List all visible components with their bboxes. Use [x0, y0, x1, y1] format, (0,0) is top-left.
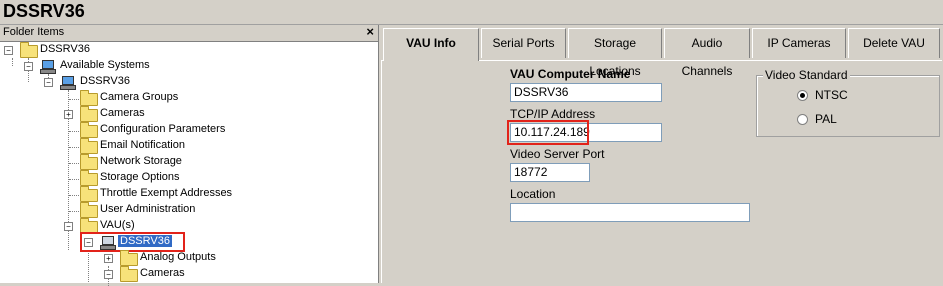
ntsc-radio[interactable]: [797, 90, 808, 101]
tree-node-label: DSSRV36: [40, 43, 90, 55]
tree-node-label: Cameras: [100, 107, 145, 119]
tree-node-label: Analog Outputs: [140, 251, 216, 263]
folder-icon: [120, 266, 138, 282]
collapse-icon[interactable]: −: [64, 222, 73, 231]
ip-address-label: TCP/IP Address: [510, 107, 596, 121]
tree-node-label: User Administration: [100, 203, 196, 215]
computer-name-label: VAU Computer Name: [510, 67, 631, 81]
tree-node-label: Network Storage: [100, 155, 182, 167]
tree-node-camera-groups[interactable]: Camera Groups: [0, 90, 240, 106]
window-title-bar: DSSRV36: [0, 0, 943, 25]
folder-tree: − DSSRV36 − Available Systems − DSSRV36 …: [0, 42, 378, 286]
pal-radio[interactable]: [797, 114, 808, 125]
folder-icon: [80, 154, 98, 170]
vau-details-pane: VAU Info Serial Ports Storage Locations …: [381, 25, 943, 283]
folder-icon: [20, 42, 38, 58]
tree-node-server[interactable]: − DSSRV36: [0, 74, 140, 90]
tree-node-analog-outputs[interactable]: + Analog Outputs: [0, 250, 220, 266]
server-computer-icon: [60, 76, 76, 90]
close-pane-icon[interactable]: ×: [366, 24, 374, 39]
pal-label: PAL: [815, 112, 837, 126]
folder-items-pane: Folder Items × − DSSRV36 − Available Sys…: [0, 24, 379, 286]
tab-delete-vau[interactable]: Delete VAU: [848, 28, 940, 58]
collapse-icon[interactable]: −: [104, 270, 113, 279]
tree-node-storage-options[interactable]: Storage Options: [0, 170, 240, 186]
folder-icon: [80, 122, 98, 138]
tree-node-network-storage[interactable]: Network Storage: [0, 154, 240, 170]
tree-node-label: Cameras: [140, 267, 185, 279]
expand-icon[interactable]: +: [64, 110, 73, 119]
tab-audio-channels[interactable]: Audio Channels: [664, 28, 750, 78]
folder-icon: [80, 138, 98, 154]
vau-info-panel: VAU Computer Name DSSRV36 TCP/IP Address…: [381, 60, 942, 283]
tree-node-user-administration[interactable]: User Administration: [0, 202, 240, 218]
tree-node-throttle-exempt-addresses[interactable]: Throttle Exempt Addresses: [0, 186, 260, 202]
tree-node-email-notification[interactable]: Email Notification: [0, 138, 240, 154]
video-standard-group: Video Standard NTSC PAL: [756, 68, 940, 137]
tree-node-label: Storage Options: [100, 171, 180, 183]
tree-node-label: DSSRV36: [80, 75, 130, 87]
tree-node-label: Email Notification: [100, 139, 185, 151]
tab-strip: VAU Info Serial Ports Storage Locations …: [381, 28, 943, 78]
location-label: Location: [510, 187, 556, 201]
tree-node-label: Configuration Parameters: [100, 123, 226, 135]
folder-icon: [120, 250, 138, 266]
network-computers-icon: [40, 60, 56, 74]
tree-node-root[interactable]: − DSSRV36: [0, 42, 120, 58]
video-server-port-field[interactable]: 18772: [510, 163, 590, 182]
collapse-icon[interactable]: −: [44, 78, 53, 87]
location-field[interactable]: [510, 203, 750, 222]
tree-node-label: VAU(s): [100, 219, 135, 231]
tree-node-label: Camera Groups: [100, 91, 179, 103]
tree-node-cameras[interactable]: + Cameras: [0, 106, 240, 122]
video-standard-label: Video Standard: [763, 68, 850, 82]
highlight-box-vau-node: [80, 232, 185, 252]
folder-icon: [80, 202, 98, 218]
tree-node-vau-cameras[interactable]: − Cameras: [0, 266, 220, 282]
folder-items-title: Folder Items: [3, 26, 65, 38]
folder-icon: [80, 106, 98, 122]
tree-node-label: Throttle Exempt Addresses: [100, 187, 233, 199]
window-title: DSSRV36: [3, 1, 85, 21]
collapse-icon[interactable]: −: [4, 46, 13, 55]
computer-name-field[interactable]: DSSRV36: [510, 83, 662, 102]
tab-serial-ports[interactable]: Serial Ports: [481, 28, 566, 58]
tree-node-available-systems[interactable]: − Available Systems: [0, 58, 170, 74]
highlight-box-ip-address: [507, 120, 589, 145]
folder-icon: [80, 170, 98, 186]
tab-vau-info[interactable]: VAU Info: [383, 28, 479, 61]
tree-node-label: Available Systems: [60, 59, 150, 71]
tree-node-configuration-parameters[interactable]: Configuration Parameters: [0, 122, 260, 138]
expand-icon[interactable]: +: [104, 254, 113, 263]
folder-icon: [80, 90, 98, 106]
tab-storage-locations[interactable]: Storage Locations: [568, 28, 662, 78]
ntsc-label: NTSC: [815, 88, 848, 102]
folder-icon: [80, 186, 98, 202]
folder-items-header: Folder Items ×: [0, 24, 378, 42]
tab-ip-cameras[interactable]: IP Cameras: [752, 28, 846, 58]
collapse-icon[interactable]: −: [24, 62, 33, 71]
video-server-port-label: Video Server Port: [510, 147, 605, 161]
